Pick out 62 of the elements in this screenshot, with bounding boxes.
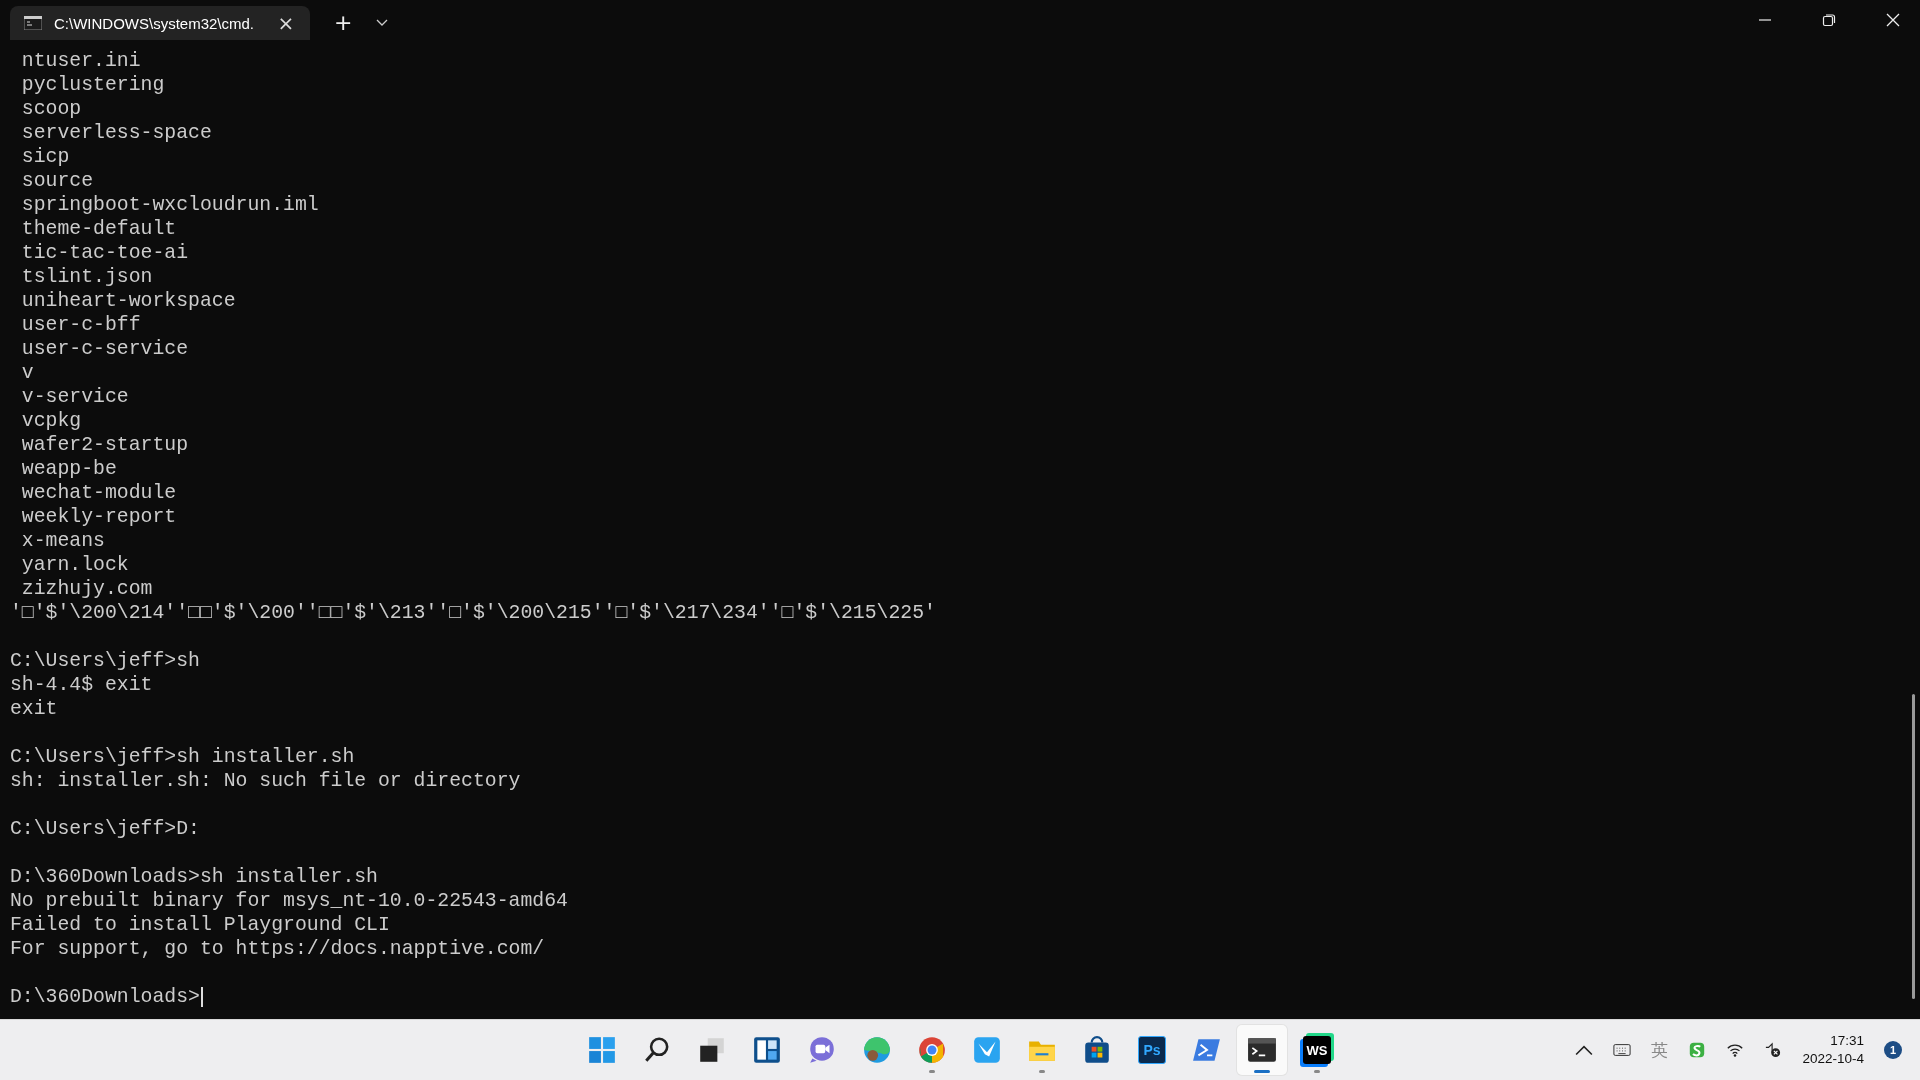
restore-icon[interactable] (1822, 13, 1836, 27)
terminal-line: '□'$'\200\214''□□'$'\200''□□'$'\213''□'$'\200\215''□'$'\217\234''□'$'\215\225' (10, 601, 937, 625)
terminal-line: zizhujy.com (20, 577, 154, 601)
keyboard-icon[interactable] (1613, 1042, 1632, 1058)
terminal-line: serverless-space (20, 121, 213, 145)
terminal-line: D:\360Downloads>sh installer.sh (10, 865, 379, 889)
task-view-icon[interactable] (697, 1035, 727, 1065)
terminal-line: exit (10, 697, 59, 721)
terminal-line: tslint.json (20, 265, 154, 289)
speaker-muted-icon[interactable] (1764, 1042, 1783, 1058)
store-icon[interactable] (1082, 1035, 1112, 1065)
terminal-line: springboot-wxcloudrun.iml (20, 193, 320, 217)
terminal-line: uniheart-workspace (20, 289, 237, 313)
terminal-line: scoop (20, 97, 83, 121)
photo-editor-icon[interactable]: Ps (1138, 1036, 1166, 1064)
new-tab-button[interactable]: + (330, 10, 357, 36)
terminal-line: weapp-be (20, 457, 118, 481)
terminal-line: C:\Users\jeff>sh installer.sh (10, 745, 356, 769)
terminal-line: sicp (20, 145, 71, 169)
terminal-prompt: D:\360Downloads> (10, 985, 200, 1009)
terminal-line: tic-tac-toe-ai (20, 241, 190, 265)
ide-icon[interactable]: WS (1303, 1036, 1331, 1064)
terminal-line: ntuser.ini (20, 49, 142, 73)
browser-icon[interactable] (917, 1035, 947, 1065)
wifi-icon[interactable] (1726, 1042, 1745, 1058)
widgets-icon[interactable] (752, 1035, 782, 1065)
terminal-line: pyclustering (20, 73, 166, 97)
terminal-line: source (20, 169, 95, 193)
browser-icon[interactable] (862, 1035, 892, 1065)
chevron-down-icon[interactable] (376, 19, 389, 27)
terminal-line: theme-default (20, 217, 178, 241)
clock-date[interactable]: 2022-10-4 (1802, 1050, 1864, 1068)
terminal-line: No prebuilt binary for msys_nt-10.0-22543-amd64 (10, 889, 569, 913)
close-icon[interactable] (1886, 13, 1900, 27)
clock-time[interactable]: 17:31 (1830, 1032, 1864, 1050)
active-app-highlight[interactable] (1237, 1025, 1287, 1075)
terminal-line: x-means (20, 529, 106, 553)
chat-icon[interactable] (807, 1035, 837, 1065)
terminal-line: For support, go to https://docs.napptive.com/ (10, 937, 546, 961)
terminal-line: sh: installer.sh: No such file or directory (10, 769, 522, 793)
terminal-line: yarn.lock (20, 553, 130, 577)
terminal-line: v (20, 361, 35, 385)
terminal-line: weekly-report (20, 505, 178, 529)
tab-title: C:\WINDOWS\system32\cmd. (54, 14, 256, 32)
terminal-line: C:\Users\jeff>sh (10, 649, 201, 673)
tab[interactable]: C:\WINDOWS\system32\cmd. × (10, 6, 310, 40)
notification-badge[interactable]: 1 (1884, 1041, 1902, 1059)
terminal-line: user-c-bff (20, 313, 142, 337)
start-icon[interactable] (587, 1035, 617, 1065)
scrollbar[interactable] (1912, 694, 1915, 999)
terminal-line: v-service (20, 385, 130, 409)
close-tab-button[interactable]: × (276, 13, 296, 33)
terminal-line: vcpkg (20, 409, 83, 433)
terminal-line: wafer2-startup (20, 433, 190, 457)
terminal-line: user-c-service (20, 337, 190, 361)
console-icon (24, 16, 42, 30)
terminal-icon[interactable] (1247, 1035, 1277, 1065)
terminal-line: sh-4.4$ exit (10, 673, 154, 697)
app-tray-icon[interactable] (1688, 1042, 1707, 1058)
terminal-line: C:\Users\jeff>D: (10, 817, 201, 841)
terminal-line: wechat-module (20, 481, 178, 505)
terminal-line: Failed to install Playground CLI (10, 913, 391, 937)
